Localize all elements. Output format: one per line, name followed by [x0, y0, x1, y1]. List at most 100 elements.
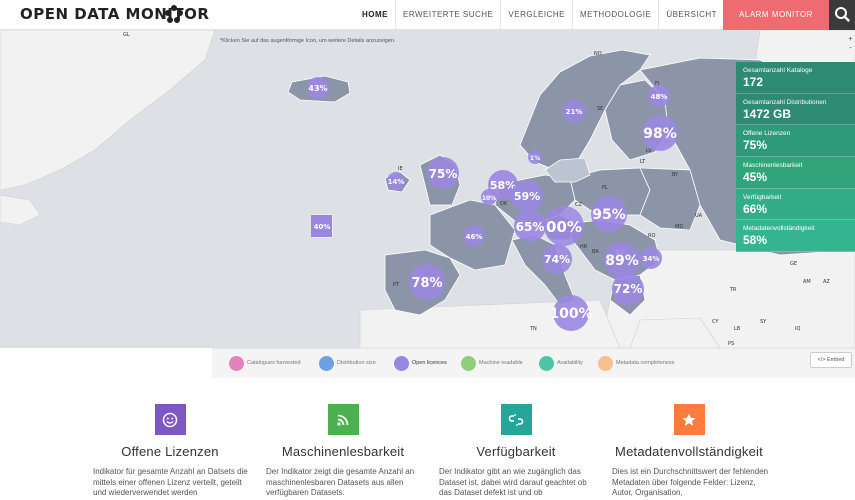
map-label-se: SE — [597, 106, 603, 112]
stat-machine-readable[interactable]: Maschinenlesbarkeit 45% — [736, 157, 855, 189]
map-zoom-controls: + - — [846, 35, 855, 53]
feature-availability: Verfügbarkeit Der Indikator gibt an wie … — [436, 404, 596, 499]
stat-availability[interactable]: Verfügbarkeit 66% — [736, 188, 855, 221]
zoom-in-button[interactable]: + — [846, 35, 855, 44]
broken-link-icon — [508, 413, 524, 426]
legend-metadata-completeness[interactable]: Metadata completeness — [598, 355, 674, 371]
legend-label: Availability — [557, 360, 583, 366]
bubble-label-ireland: 14% — [388, 178, 405, 186]
map-label-cy: CY — [712, 319, 719, 325]
stat-catalogues[interactable]: Gesamtanzahl Kataloge 172 — [736, 62, 855, 94]
logo-mark-icon — [165, 5, 183, 23]
legend-availability[interactable]: Availability — [539, 355, 583, 371]
nav-methodology[interactable]: METHODOLOGIE — [571, 0, 658, 30]
nav-overview[interactable]: ÜBERSICHT — [658, 0, 724, 30]
map-label-cz: CZ — [575, 202, 582, 208]
stat-metadata-completeness[interactable]: Metadatenvollständigkeit 58% — [736, 220, 855, 253]
main-nav: HOME ERWEITERTE SUCHE VERGLEICHE METHODO… — [355, 0, 751, 30]
legend-open-licences[interactable]: Open licences — [394, 355, 447, 371]
nav-home[interactable]: HOME — [355, 0, 395, 30]
feature-metadata-completeness: Metadatenvollständigkeit Dies ist ein Du… — [609, 404, 769, 499]
map-label-ge: GE — [790, 261, 797, 267]
legend-dot-icon — [461, 355, 476, 371]
bubble-label-malta: 100% — [549, 306, 592, 322]
zoom-out-button[interactable]: - — [846, 44, 855, 53]
embed-button[interactable]: </> Embed — [810, 352, 852, 368]
map-label-dk: DK — [500, 201, 508, 207]
feature-title: Maschinenlesbarkeit — [281, 444, 405, 459]
feature-icon-box — [154, 404, 186, 435]
bubble-label-italy: 74% — [544, 253, 570, 266]
legend-distribution-size[interactable]: Distribution size — [319, 355, 376, 371]
legend-label: Catalogues harvested — [247, 360, 301, 366]
map-label-ie: IE — [398, 166, 403, 172]
search-icon — [835, 7, 850, 22]
feature-description: Dies ist ein Durchschnittswert der fehle… — [612, 467, 769, 497]
map-label-gl: GL — [123, 32, 130, 38]
map-label-tn: TN — [529, 326, 537, 332]
bubble-label-belgium: 10% — [482, 195, 496, 202]
map-label-by: BY — [672, 172, 679, 178]
feature-open-licences: Offene Lizenzen Indikator für gesamte An… — [90, 404, 250, 499]
bubble-label-denmark: 1% — [530, 155, 540, 162]
map-label-sy: SY — [760, 319, 767, 325]
stat-value: 66% — [743, 201, 768, 216]
bubble-label-faroe: 40% — [314, 223, 331, 231]
stat-value: 45% — [743, 170, 768, 185]
legend-machine-readable[interactable]: Machine readable — [461, 355, 523, 371]
map-label-ba: BA — [592, 249, 599, 255]
stat-distributions[interactable]: Gesamtanzahl Distributionen 1472 GB — [736, 93, 855, 126]
map-legend: Catalogues harvested Distribution size O… — [212, 348, 855, 378]
stat-label: Verfügbarkeit — [743, 193, 782, 201]
legend-dot-icon — [598, 355, 613, 371]
bubble-label-finland: 48% — [651, 93, 668, 101]
europe-map[interactable]: GL NO SE FI LV LT BY PL CZ UA MD RO HR B… — [0, 30, 855, 348]
feature-icon-box — [500, 404, 532, 435]
stat-value: 75% — [743, 138, 768, 153]
search-button[interactable] — [829, 0, 855, 30]
bubble-label-france: 46% — [466, 233, 483, 241]
map-label-hr: HR — [580, 244, 588, 250]
stat-open-licences[interactable]: Offene Lizenzen 75% — [736, 125, 855, 158]
bubble-label-greece: 72% — [614, 282, 643, 296]
bubble-label-germany: 59% — [514, 190, 540, 203]
features-section: Offene Lizenzen Indikator für gesamte An… — [0, 380, 855, 500]
feature-title: Metadatenvollständigkeit — [615, 444, 763, 459]
stat-label: Gesamtanzahl Kataloge — [743, 67, 813, 74]
bubble-label-poland: 95% — [592, 207, 626, 223]
stat-value: 1472 GB — [743, 106, 792, 121]
map-label-ps: PS — [728, 341, 734, 347]
nav-advanced-search[interactable]: ERWEITERTE SUCHE — [395, 0, 500, 30]
map-label-ua: UA — [695, 213, 703, 219]
map-label-iq: IQ — [795, 326, 800, 332]
map-label-am: AM — [803, 279, 811, 285]
rss-icon — [337, 414, 349, 426]
nav-compare[interactable]: VERGLEICHE — [500, 0, 572, 30]
bubble-label-austria: 00% — [546, 218, 582, 236]
map-label-lt: LT — [640, 159, 646, 165]
legend-label: Distribution size — [337, 360, 376, 366]
map-label-tr: TR — [729, 287, 737, 293]
legend-dot-icon — [229, 355, 244, 371]
map-label-ro: RO — [648, 233, 655, 239]
map-label-md: MD — [675, 224, 683, 230]
feature-description: Indikator für gesamte Anzahl an Datsets … — [93, 467, 248, 497]
bubble-label-spain: 78% — [411, 276, 442, 291]
legend-dot-icon — [539, 355, 554, 371]
alarm-monitor-button[interactable]: ALARM MONITOR — [723, 0, 829, 30]
legend-dot-icon — [319, 355, 334, 371]
stat-label: Offene Lizenzen — [743, 130, 791, 138]
bubble-label-iceland: 43% — [308, 84, 327, 93]
stat-value: 172 — [743, 75, 764, 89]
legend-label: Machine readable — [479, 360, 523, 366]
legend-dot-icon — [394, 355, 409, 371]
star-icon — [682, 413, 696, 426]
smiley-icon — [162, 412, 178, 427]
legend-catalogues-harvested[interactable]: Catalogues harvested — [229, 355, 301, 371]
map-label-lb: LB — [734, 326, 741, 332]
map-label-az: AZ — [823, 279, 830, 285]
map-label-lv: LV — [646, 148, 652, 154]
stats-panel: Gesamtanzahl Kataloge 172 Gesamtanzahl D… — [736, 62, 855, 253]
map-hint: *Klicken Sie auf das augenförmige Icon, … — [220, 38, 396, 44]
feature-icon-box — [673, 404, 705, 435]
